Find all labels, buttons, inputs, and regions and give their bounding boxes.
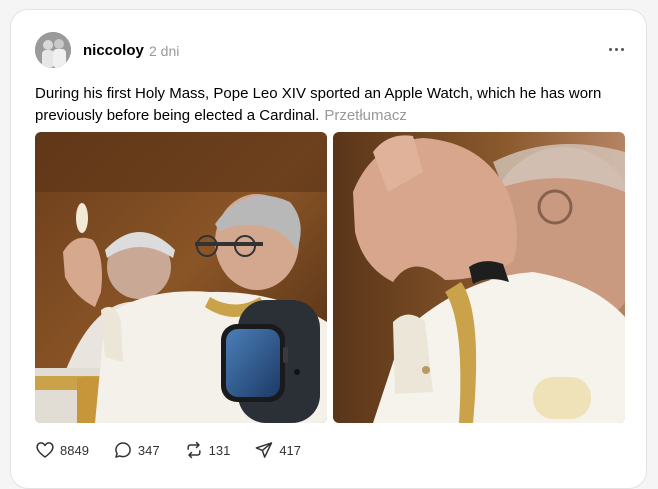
post-image-1[interactable]: [35, 132, 327, 423]
share-count: 417: [279, 442, 302, 458]
more-options-icon[interactable]: [603, 40, 629, 58]
translate-link[interactable]: Przetłumacz: [324, 107, 407, 124]
post-actions: 8849 347 131 417: [35, 438, 325, 462]
send-icon: [254, 440, 274, 460]
post-body: During his first Holy Mass, Pope Leo XIV…: [35, 85, 602, 124]
repost-count: 131: [208, 442, 231, 458]
repost-button[interactable]: 131: [184, 440, 231, 460]
avatar[interactable]: [35, 32, 71, 68]
post-card: niccoloy 2 dni During his first Holy Mas…: [10, 9, 647, 489]
post-image-2[interactable]: [333, 132, 625, 423]
post-time: 2 dni: [149, 43, 180, 59]
share-button[interactable]: 417: [254, 440, 301, 460]
like-button[interactable]: 8849: [35, 440, 89, 460]
username[interactable]: niccoloy: [83, 42, 144, 59]
like-count: 8849: [60, 442, 89, 458]
post-text: During his first Holy Mass, Pope Leo XIV…: [35, 83, 630, 127]
comment-bubble-icon: [113, 440, 133, 460]
reply-count: 347: [137, 442, 160, 458]
heart-icon: [35, 440, 55, 460]
reply-button[interactable]: 347: [113, 440, 160, 460]
repost-arrows-icon: [184, 440, 204, 460]
